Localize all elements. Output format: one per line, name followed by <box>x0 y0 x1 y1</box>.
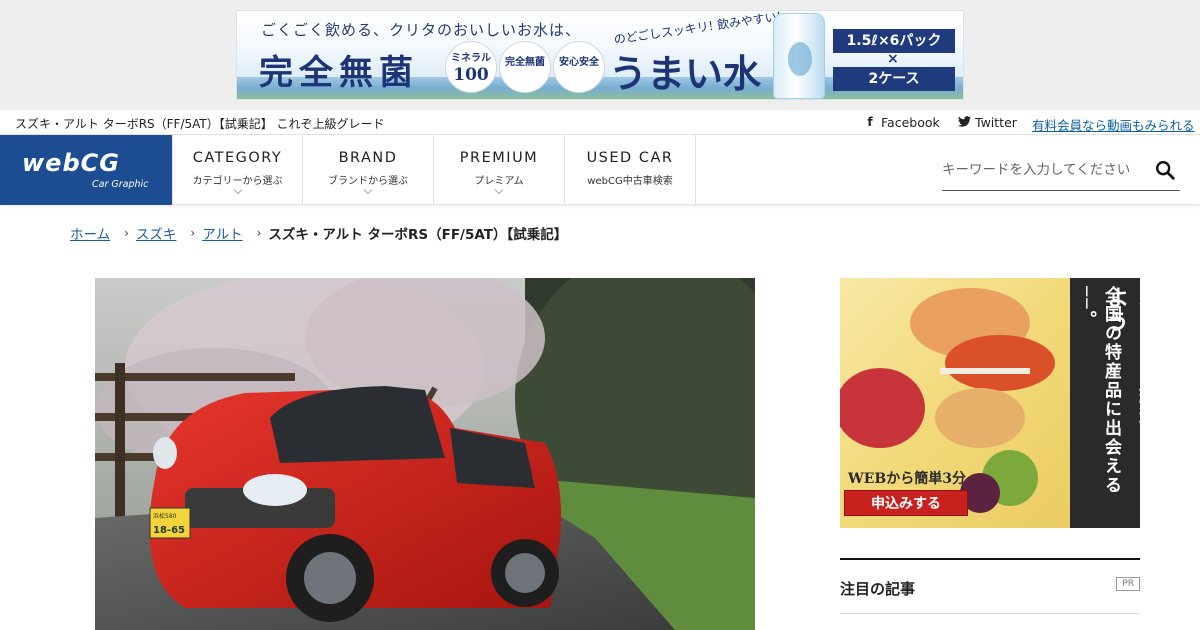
ad-brand-name: うまい水 <box>609 51 762 96</box>
ad-badge-safe: 安心安全 <box>553 41 605 93</box>
breadcrumb-current: スズキ・アルト ターボRS（FF/5AT）【試乗記】 <box>268 227 568 243</box>
search-icon[interactable] <box>1154 159 1176 181</box>
premium-member-link[interactable]: 有料会員なら動画もみられる <box>1032 115 1195 134</box>
ad-vertical-line2: ふるさと納税をはじめよう <box>1103 286 1140 526</box>
ad-badge-mineral: ミネラル 100 <box>445 41 497 93</box>
article-hero-photo[interactable]: 浜松580 18-65 <box>95 278 755 630</box>
chevron-right-icon: › <box>124 226 129 240</box>
furusato-ad-banner[interactable]: 全国の特産品に出会える──。 ふるさと納税をはじめよう WEBから簡単3分 申込… <box>840 278 1140 528</box>
water-ad-banner[interactable]: ごくごく飲める、クリタのおいしいお水は、 完全無菌 ミネラル 100 完全無菌 … <box>236 10 964 100</box>
ad-badge-mineral-label: ミネラル <box>451 53 491 64</box>
webcg-logo[interactable]: webCG Car Graphic <box>0 135 172 205</box>
nav-premium-desc: プレミアム <box>474 176 524 187</box>
chevron-right-icon: › <box>190 226 196 240</box>
nav-brand-label: BRAND <box>338 150 398 166</box>
nav-category-label: CATEGORY <box>192 150 283 166</box>
search-input[interactable] <box>942 153 1142 187</box>
nav-premium[interactable]: PREMIUM プレミアム <box>434 135 565 205</box>
water-bottle-image <box>773 13 825 99</box>
logo-subtitle: Car Graphic <box>92 179 149 190</box>
featured-articles-section: 注目の記事 PR <box>840 558 1140 614</box>
chevron-right-icon: › <box>256 226 262 240</box>
plate-number-text: 18-65 <box>153 525 185 536</box>
nav-used-car[interactable]: USED CAR webCG中古車検索 <box>565 135 696 205</box>
nav-premium-label: PREMIUM <box>459 150 539 166</box>
ad-headline: 完全無菌 <box>259 53 419 93</box>
ad-times-sign: × <box>887 51 899 67</box>
twitter-label: Twitter <box>975 115 1017 130</box>
nav-brand[interactable]: BRAND ブランドから選ぶ <box>303 135 434 205</box>
site-header: webCG Car Graphic CATEGORY カテゴリーから選ぶ BRA… <box>0 135 1200 205</box>
ad-apply-button[interactable]: 申込みする <box>844 490 968 516</box>
search-box <box>942 153 1180 191</box>
red-alto-car-photo: 浜松580 18-65 <box>95 278 755 630</box>
top-ad-area: ごくごく飲める、クリタのおいしいお水は、 完全無菌 ミネラル 100 完全無菌 … <box>0 0 1200 110</box>
ad-case-count: 2ケース <box>833 67 955 91</box>
chevron-down-icon <box>363 185 373 195</box>
ad-badge-mineral-number: 100 <box>453 65 489 85</box>
nav-used-car-desc: webCG中古車検索 <box>587 176 673 187</box>
nav-brand-desc: ブランドから選ぶ <box>328 176 408 187</box>
nav-used-car-label: USED CAR <box>586 150 674 166</box>
twitter-icon <box>958 116 971 129</box>
article-page-title: スズキ・アルト ターボRS（FF/5AT）【試乗記】 これぞ上級グレード <box>15 117 385 131</box>
featured-heading: 注目の記事 <box>840 580 916 598</box>
nav-category[interactable]: CATEGORY カテゴリーから選ぶ <box>172 135 303 205</box>
ad-pack-size: 1.5ℓ×6パック <box>833 29 955 53</box>
ad-catch-copy: WEBから簡単3分 <box>848 471 966 487</box>
plate-top-text: 浜松580 <box>153 512 177 520</box>
chevron-down-icon <box>233 185 242 195</box>
logo-mark: webCG <box>22 149 120 177</box>
breadcrumb-maker[interactable]: スズキ <box>136 223 177 243</box>
ad-badge-sterile: 完全無菌 <box>499 41 551 93</box>
facebook-label: Facebook <box>881 115 940 130</box>
breadcrumb-model[interactable]: アルト <box>202 223 242 243</box>
info-bar: スズキ・アルト ターボRS（FF/5AT）【試乗記】 これぞ上級グレード f F… <box>0 110 1200 135</box>
chevron-down-icon <box>494 185 504 195</box>
breadcrumb-home[interactable]: ホーム <box>70 223 110 243</box>
twitter-link[interactable]: Twitter <box>958 115 1017 130</box>
breadcrumb: ホーム › スズキ › アルト › スズキ・アルト ターボRS（FF/5AT）【… <box>70 223 567 243</box>
facebook-link[interactable]: f Facebook <box>864 115 940 130</box>
pr-badge: PR <box>1116 577 1140 591</box>
ad-tagline: ごくごく飲める、クリタのおいしいお水は、 <box>261 21 582 39</box>
facebook-icon: f <box>867 115 873 129</box>
